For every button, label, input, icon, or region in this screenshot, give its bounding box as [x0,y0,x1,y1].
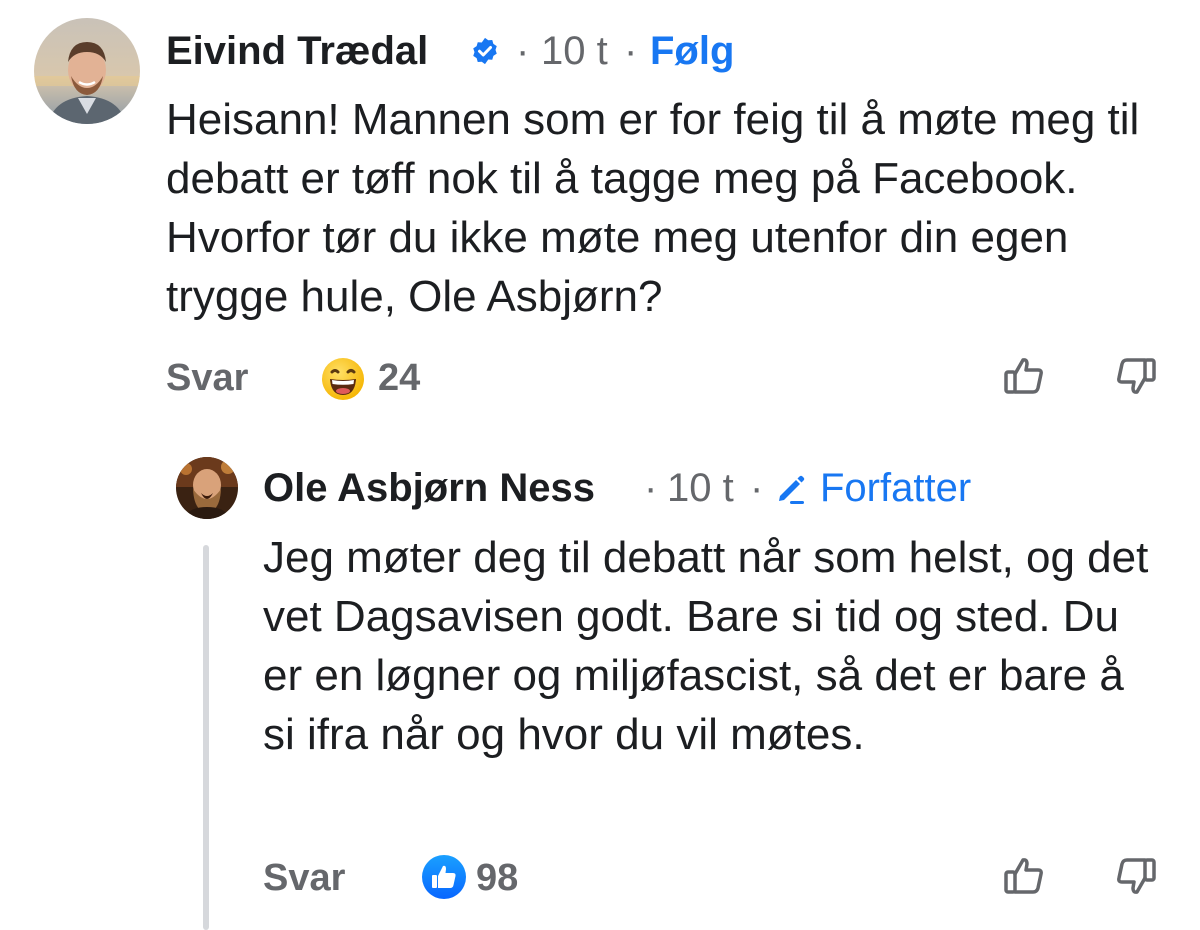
reply-button[interactable]: Svar [263,856,345,900]
upvote-thumb-icon[interactable] [1000,852,1048,900]
avatar-ole-asbjorn[interactable] [176,457,238,519]
author-badge: Forfatter [820,466,972,510]
reaction-count[interactable]: 24 [378,356,420,400]
grinning-face-emoji-icon[interactable] [320,356,366,402]
verified-badge-icon [470,36,500,66]
comment-text: Heisann! Mannen som er for feig til å mø… [166,95,1140,321]
like-thumb-icon[interactable] [420,853,468,901]
comment-text: Jeg møter deg til debatt når som helst, … [263,533,1149,759]
upvote-thumb-icon[interactable] [1000,352,1048,400]
reply-button[interactable]: Svar [166,356,248,400]
meta-separator: · [624,29,638,73]
comment-timestamp[interactable]: 10 t [667,464,734,512]
comment-timestamp[interactable]: 10 t [541,27,608,75]
comment-author-eivind[interactable]: Eivind Trædal [166,27,428,75]
reply-thread-line [203,545,209,930]
meta-separator: · [644,466,658,510]
reaction-count[interactable]: 98 [476,856,518,900]
meta-separator: · [750,466,764,510]
avatar-eivind[interactable] [34,18,140,124]
meta-separator: · [516,29,530,73]
pencil-icon [774,472,808,506]
downvote-thumb-icon[interactable] [1112,852,1160,900]
comment-author-ole-asbjorn[interactable]: Ole Asbjørn Ness [263,464,595,512]
follow-link[interactable]: Følg [650,27,734,75]
downvote-thumb-icon[interactable] [1112,352,1160,400]
